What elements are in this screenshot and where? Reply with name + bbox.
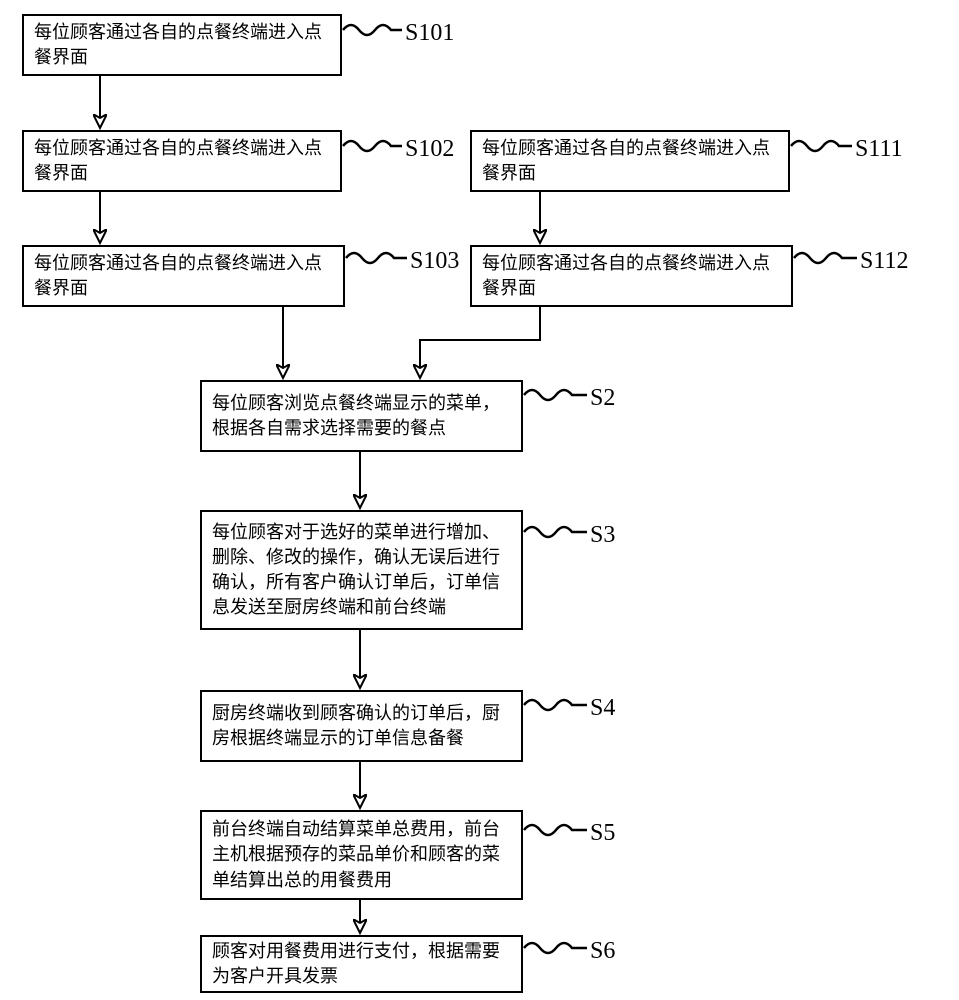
label-s112: S112: [860, 248, 908, 275]
label-s102: S102: [405, 136, 454, 163]
label-s3: S3: [590, 522, 615, 549]
label-s111: S111: [855, 136, 903, 163]
node-s102-text: 每位顾客通过各自的点餐终端进入点餐界面: [34, 136, 330, 186]
node-s101-text: 每位顾客通过各自的点餐终端进入点餐界面: [34, 20, 330, 70]
node-s102: 每位顾客通过各自的点餐终端进入点餐界面: [22, 130, 342, 192]
node-s6-text: 顾客对用餐费用进行支付，根据需要为客户开具发票: [212, 939, 511, 989]
node-s3: 每位顾客对于选好的菜单进行增加、删除、修改的操作，确认无误后进行确认，所有客户确…: [200, 510, 523, 630]
node-s6: 顾客对用餐费用进行支付，根据需要为客户开具发票: [200, 935, 523, 993]
node-s4-text: 厨房终端收到顾客确认的订单后，厨房根据终端显示的订单信息备餐: [212, 701, 511, 751]
node-s3-text: 每位顾客对于选好的菜单进行增加、删除、修改的操作，确认无误后进行确认，所有客户确…: [212, 520, 511, 621]
node-s2-text: 每位顾客浏览点餐终端显示的菜单，根据各自需求选择需要的餐点: [212, 391, 511, 441]
label-s4: S4: [590, 695, 615, 722]
node-s4: 厨房终端收到顾客确认的订单后，厨房根据终端显示的订单信息备餐: [200, 690, 523, 762]
node-s103-text: 每位顾客通过各自的点餐终端进入点餐界面: [34, 251, 333, 301]
label-s2: S2: [590, 385, 615, 412]
node-s111: 每位顾客通过各自的点餐终端进入点餐界面: [470, 130, 790, 192]
node-s112-text: 每位顾客通过各自的点餐终端进入点餐界面: [482, 251, 781, 301]
node-s5-text: 前台终端自动结算菜单总费用，前台主机根据预存的菜品单价和顾客的菜单结算出总的用餐…: [212, 817, 511, 893]
node-s2: 每位顾客浏览点餐终端显示的菜单，根据各自需求选择需要的餐点: [200, 380, 523, 452]
node-s103: 每位顾客通过各自的点餐终端进入点餐界面: [22, 245, 345, 307]
node-s111-text: 每位顾客通过各自的点餐终端进入点餐界面: [482, 136, 778, 186]
node-s5: 前台终端自动结算菜单总费用，前台主机根据预存的菜品单价和顾客的菜单结算出总的用餐…: [200, 810, 523, 900]
label-s5: S5: [590, 820, 615, 847]
node-s112: 每位顾客通过各自的点餐终端进入点餐界面: [470, 245, 793, 307]
label-s103: S103: [410, 248, 459, 275]
label-s6: S6: [590, 938, 615, 965]
node-s101: 每位顾客通过各自的点餐终端进入点餐界面: [22, 14, 342, 76]
label-s101: S101: [405, 20, 454, 47]
